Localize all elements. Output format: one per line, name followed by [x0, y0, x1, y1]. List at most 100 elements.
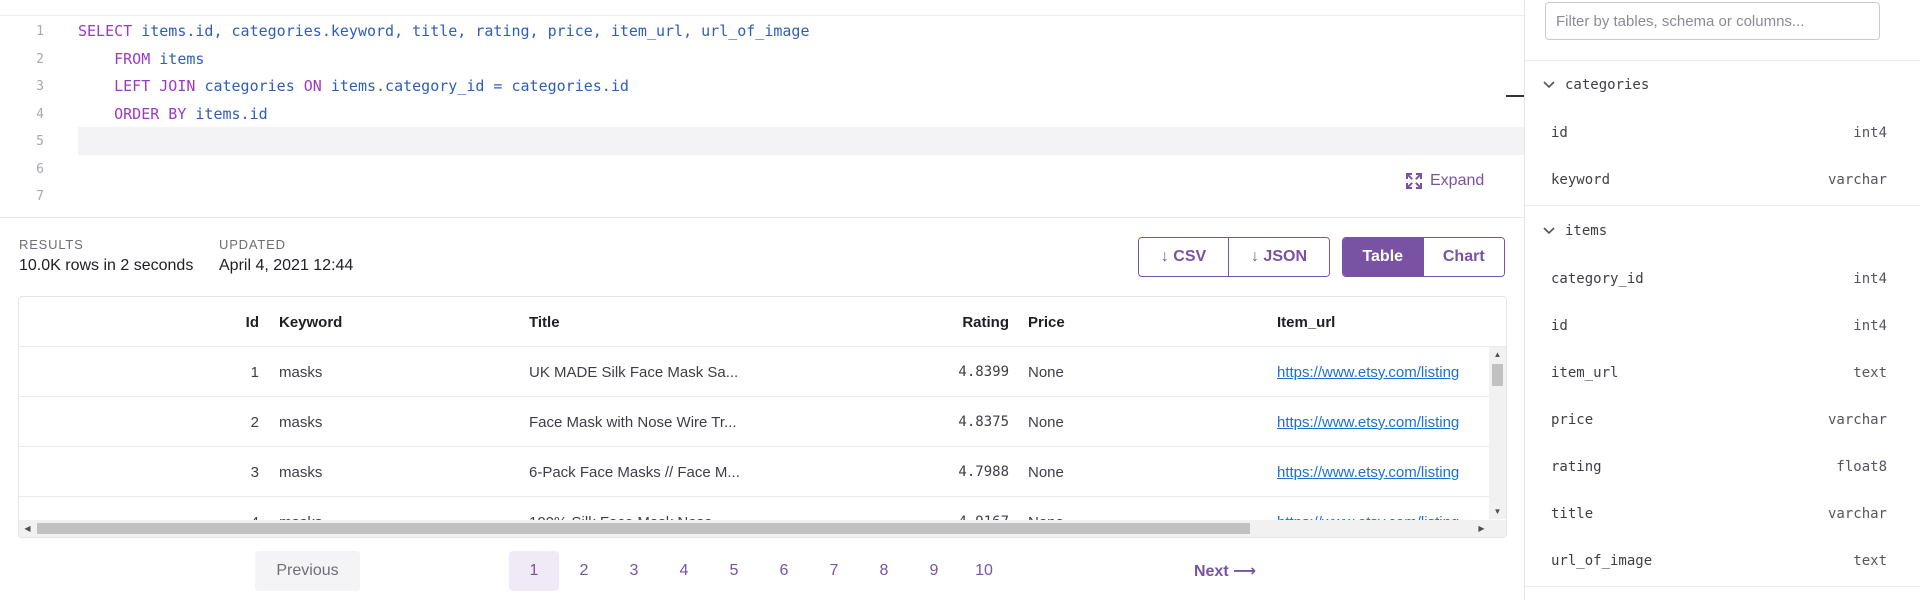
cell-price: None [1028, 347, 1228, 397]
schema-column-name: id [1551, 317, 1568, 334]
schema-table-categories[interactable]: categories [1543, 61, 1649, 109]
page-button[interactable]: 3 [609, 551, 659, 591]
schema-column-row[interactable]: item_url text [1525, 349, 1920, 396]
schema-table-name: categories [1565, 77, 1650, 93]
vertical-scrollbar[interactable]: ▲ ▼ [1489, 347, 1506, 519]
chevron-down-icon [1543, 81, 1555, 89]
line-number: 2 [36, 51, 44, 67]
sql-identifier: items.id, categories.keyword, title, rat… [141, 22, 810, 40]
schema-column-name: id [1551, 124, 1568, 141]
page-button[interactable]: 1 [509, 551, 559, 591]
schema-column-name: item_url [1551, 364, 1619, 381]
scroll-left-arrow-icon[interactable]: ◀ [19, 520, 36, 537]
editor-cursor [1506, 95, 1524, 97]
scroll-up-arrow-icon[interactable]: ▲ [1489, 347, 1506, 362]
results-value: 10.0K rows in 2 seconds [19, 257, 194, 274]
vertical-scroll-thumb[interactable] [1492, 364, 1503, 386]
schema-column-row[interactable]: keyword varchar [1525, 156, 1920, 203]
column-header-price[interactable]: Price [1028, 297, 1228, 347]
schema-filter-input[interactable] [1545, 2, 1880, 40]
schema-column-type: varchar [1827, 505, 1887, 522]
view-toggle-group: Table Chart [1342, 237, 1505, 277]
code-line[interactable]: 4 ORDER BY items.id [0, 100, 1524, 128]
schema-column-name: title [1551, 505, 1594, 522]
horizontal-scroll-thumb[interactable] [37, 523, 1250, 534]
next-page-button[interactable]: Next ⟶ [1170, 551, 1280, 591]
code-line[interactable]: 7 [0, 182, 1524, 210]
cell-id-text: 1 [250, 363, 259, 381]
scroll-right-arrow-icon[interactable]: ▶ [1473, 520, 1490, 537]
schema-column-row[interactable]: id int4 [1525, 109, 1920, 156]
schema-column-type: float8 [1836, 458, 1887, 475]
page-button[interactable]: 2 [559, 551, 609, 591]
expand-label: Expand [1430, 172, 1485, 189]
schema-column-row[interactable]: price varchar [1525, 396, 1920, 443]
table-header-row: Id Keyword Title Rating Price Item_url [19, 297, 1506, 347]
page-button[interactable]: 10 [959, 551, 1009, 591]
download-json-button[interactable]: ↓ JSON [1228, 238, 1329, 276]
cell-title-text: 6-Pack Face Masks // Face M... [529, 463, 740, 481]
code-line[interactable]: 1 SELECT items.id, categories.keyword, ti… [0, 17, 1524, 45]
table-row[interactable]: 1 masks UK MADE Silk Face Mask Sa... 4.8399… [19, 347, 1506, 397]
cell-item-url[interactable]: https://www.etsy.com/listing [1277, 347, 1506, 397]
results-table[interactable]: Id Keyword Title Rating Price Item_url 1… [18, 296, 1507, 538]
cell-item-url-text: https://www.etsy.com/listing [1277, 363, 1460, 381]
page-button[interactable]: 7 [809, 551, 859, 591]
schema-column-row[interactable]: rating float8 [1525, 443, 1920, 490]
schema-column-row[interactable]: id int4 [1525, 302, 1920, 349]
column-header-keyword[interactable]: Keyword [279, 297, 519, 347]
code-line[interactable]: 2 FROM items [0, 45, 1524, 73]
sql-identifier: items.category_id = categories.id [330, 77, 629, 95]
cell-keyword: masks [279, 447, 519, 497]
code-line[interactable]: 3 LEFT JOIN categories ON items.category… [0, 72, 1524, 100]
line-number: 5 [36, 133, 44, 149]
previous-page-button[interactable]: Previous [255, 551, 360, 591]
code-text: LEFT JOIN categories ON items.category_i… [78, 77, 629, 95]
sql-keyword: ORDER BY [78, 105, 196, 123]
cell-rating-text: 4.8375 [958, 414, 1009, 430]
cell-keyword: masks [279, 397, 519, 447]
schema-column-type: text [1853, 364, 1887, 381]
cell-keyword: masks [279, 347, 519, 397]
cell-rating-text: 4.7988 [958, 464, 1009, 480]
schema-table-name: items [1565, 223, 1608, 239]
page-button[interactable]: 8 [859, 551, 909, 591]
cell-title: UK MADE Silk Face Mask Sa... [529, 347, 829, 397]
line-number: 3 [36, 78, 44, 94]
schema-column-row[interactable]: url_of_image text [1525, 537, 1920, 584]
view-table-button[interactable]: Table [1343, 238, 1423, 276]
table-row[interactable]: 2 masks Face Mask with Nose Wire Tr... 4.83… [19, 397, 1506, 447]
cell-item-url[interactable]: https://www.etsy.com/listing [1277, 447, 1506, 497]
schema-table-items[interactable]: items [1543, 207, 1607, 255]
schema-column-row[interactable]: title varchar [1525, 490, 1920, 537]
cell-item-url[interactable]: https://www.etsy.com/listing [1277, 397, 1506, 447]
code-line[interactable]: 6 [0, 155, 1524, 183]
schema-column-type: varchar [1827, 171, 1887, 188]
line-number: 6 [36, 161, 44, 177]
column-header-item-url[interactable]: Item_url [1277, 297, 1506, 347]
table-row[interactable]: 3 masks 6-Pack Face Masks // Face M... 4.79… [19, 447, 1506, 497]
cell-title-text: UK MADE Silk Face Mask Sa... [529, 363, 739, 381]
code-line[interactable]: 5 [0, 127, 1524, 155]
horizontal-scrollbar[interactable]: ◀ ▶ [19, 520, 1506, 537]
schema-column-name: keyword [1551, 171, 1611, 188]
view-chart-button[interactable]: Chart [1422, 238, 1504, 276]
column-header-id[interactable]: Id [19, 297, 259, 347]
cell-price-text: None [1028, 413, 1064, 431]
updated-value: April 4, 2021 12:44 [219, 257, 354, 274]
download-csv-button[interactable]: ↓ CSV [1139, 238, 1228, 276]
page-button[interactable]: 4 [659, 551, 709, 591]
schema-column-name: rating [1551, 458, 1602, 475]
page-button[interactable]: 5 [709, 551, 759, 591]
column-header-title[interactable]: Title [529, 297, 829, 347]
schema-column-row[interactable]: category_id int4 [1525, 255, 1920, 302]
expand-button[interactable]: Expand [1406, 172, 1484, 190]
scroll-down-arrow-icon[interactable]: ▼ [1489, 504, 1506, 519]
line-number: 4 [36, 106, 44, 122]
page-button[interactable]: 9 [909, 551, 959, 591]
sql-editor[interactable]: 1 SELECT items.id, categories.keyword, ti… [0, 0, 1524, 218]
column-header-rating[interactable]: Rating [879, 297, 1009, 347]
cell-id: 1 [19, 347, 259, 397]
page-button[interactable]: 6 [759, 551, 809, 591]
schema-column-type: int4 [1853, 317, 1887, 334]
